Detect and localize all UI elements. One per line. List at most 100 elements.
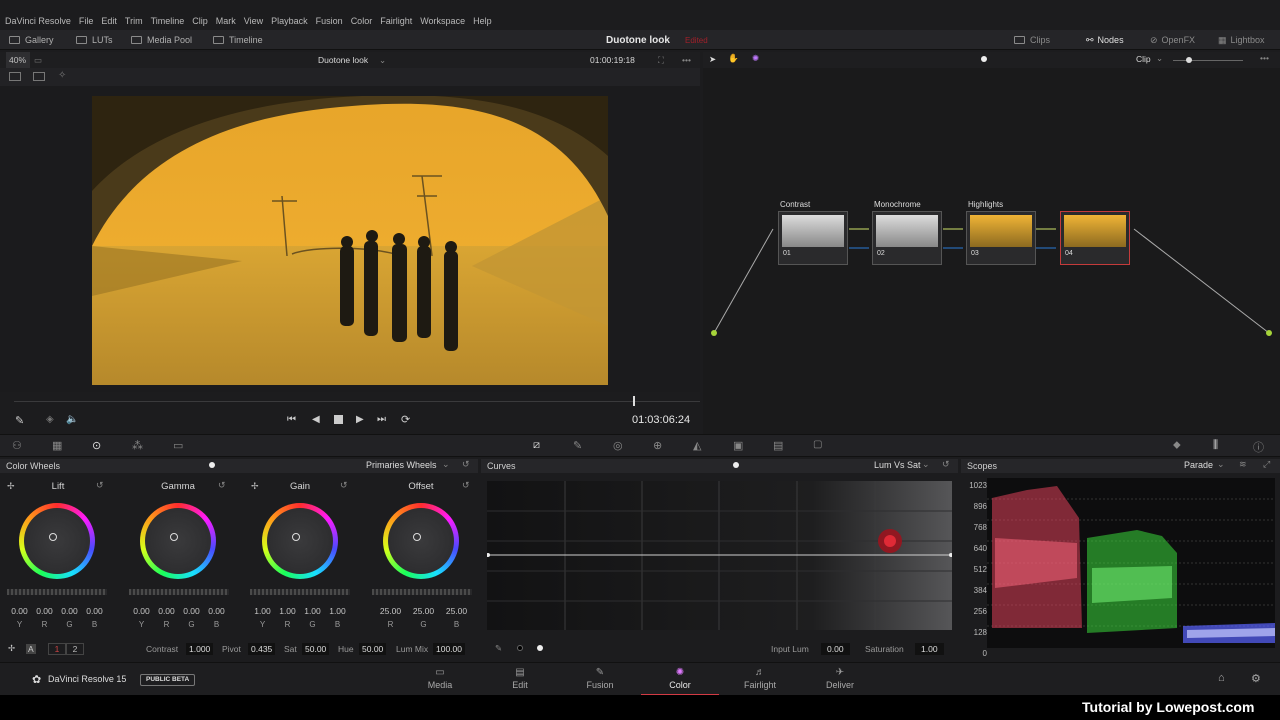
page-media[interactable]: ▭ Media	[408, 663, 472, 696]
curve-point-black-icon[interactable]	[517, 645, 523, 651]
curve-point-white-icon[interactable]	[537, 645, 543, 651]
scopes-mode-chevron-down-icon[interactable]: ⌄	[1217, 459, 1225, 470]
sizing-icon[interactable]: ▤	[773, 439, 783, 452]
gamma-g-value[interactable]: 0.00	[179, 606, 204, 616]
wheels-mode-chevron-down-icon[interactable]: ⌄	[442, 459, 450, 470]
skip-back-icon[interactable]: ⏮	[287, 414, 296, 425]
hue-value[interactable]: 50.00	[359, 643, 387, 655]
timeline-button[interactable]: Timeline	[213, 30, 263, 50]
lightbox-button[interactable]: ▦ Lightbox	[1218, 30, 1265, 50]
play-reverse-icon[interactable]: ◀	[312, 414, 320, 425]
wheels-mode-select[interactable]: Primaries Wheels	[366, 460, 437, 470]
gain-reset-icon[interactable]: ↺	[340, 480, 348, 491]
viewer-more-icon[interactable]: •••	[682, 52, 691, 68]
page-1-button[interactable]: 1	[48, 643, 66, 655]
node-zoom-handle[interactable]	[1186, 57, 1192, 63]
menu-mark[interactable]: Mark	[216, 16, 236, 26]
menu-view[interactable]: View	[244, 16, 263, 26]
home-icon[interactable]: ⌂	[1218, 672, 1225, 684]
lift-b-value[interactable]: 0.00	[82, 606, 107, 616]
playhead[interactable]	[633, 396, 635, 406]
gamma-b-value[interactable]: 0.00	[204, 606, 229, 616]
window-icon[interactable]: ◎	[613, 439, 623, 452]
menu-trim[interactable]: Trim	[125, 16, 143, 26]
gain-r-value[interactable]: 1.00	[275, 606, 300, 616]
offset-wheel[interactable]	[383, 503, 459, 579]
gallery-button[interactable]: Gallery	[9, 30, 54, 50]
sat-value[interactable]: 50.00	[302, 643, 330, 655]
menu-fusion[interactable]: Fusion	[316, 16, 343, 26]
wheels-reset-icon[interactable]: ↺	[462, 459, 470, 470]
play-icon[interactable]: ▶	[356, 414, 364, 425]
settings-gear-icon[interactable]: ⚙	[1251, 672, 1261, 685]
lum-mix-value[interactable]: 100.00	[433, 643, 465, 655]
motion-effects-icon[interactable]: ▭	[173, 439, 183, 452]
stop-icon[interactable]	[334, 415, 343, 424]
loop-icon[interactable]: ⟳	[401, 413, 410, 426]
curves-mode-select[interactable]: Lum Vs Sat	[874, 460, 921, 470]
curve-picker-icon[interactable]: ✎	[495, 643, 502, 654]
curve-graph[interactable]	[487, 481, 952, 630]
gamma-wheel-handle[interactable]	[170, 533, 178, 541]
curves-icon[interactable]: ⧄	[533, 439, 540, 452]
qualifier-icon[interactable]: ✎	[573, 439, 582, 452]
page-fusion[interactable]: ✎ Fusion	[568, 663, 632, 696]
scopes-settings-icon[interactable]: ≋	[1239, 459, 1247, 470]
offset-master-wheel[interactable]	[372, 589, 472, 595]
color-wheels-icon[interactable]: ⊙	[92, 439, 101, 452]
layers-icon[interactable]: ◈	[46, 414, 54, 425]
page-2-button[interactable]: 2	[66, 643, 84, 655]
menu-help[interactable]: Help	[473, 16, 492, 26]
page-edit[interactable]: ▤ Edit	[488, 663, 552, 696]
3d-icon[interactable]: ▢	[813, 439, 822, 450]
clip-name[interactable]: Duotone look	[318, 52, 368, 68]
menu-workspace[interactable]: Workspace	[420, 16, 465, 26]
volume-icon[interactable]: 🔈	[66, 414, 78, 425]
gain-master-wheel[interactable]	[250, 589, 350, 595]
key-icon[interactable]: ▣	[733, 439, 743, 452]
page-color[interactable]: ✺ Color	[641, 663, 719, 696]
highlight-icon[interactable]: ✧	[58, 70, 66, 81]
lift-reset-icon[interactable]: ↺	[96, 480, 104, 491]
node-page-dot[interactable]	[981, 56, 987, 62]
menu-edit[interactable]: Edit	[101, 16, 117, 26]
gain-b-value[interactable]: 1.00	[325, 606, 350, 616]
rgb-mixer-icon[interactable]: ⁂	[132, 439, 143, 452]
pointer-icon[interactable]: ➤	[709, 54, 716, 65]
skip-forward-icon[interactable]: ⏭	[377, 414, 386, 425]
blur-icon[interactable]: ◭	[693, 439, 701, 452]
lift-g-value[interactable]: 0.00	[57, 606, 82, 616]
saturation-value[interactable]: 1.00	[915, 643, 944, 655]
media-pool-button[interactable]: Media Pool	[131, 30, 192, 50]
node-zoom-slider[interactable]	[1173, 60, 1243, 61]
node-01[interactable]: 01	[778, 211, 848, 265]
picker-icon[interactable]: ✢	[8, 643, 15, 654]
scopes-expand-icon[interactable]: ⤢	[1263, 459, 1270, 470]
timecode-top[interactable]: 01:00:19:18	[590, 52, 635, 68]
gain-picker-icon[interactable]: ✢	[251, 481, 259, 492]
color-match-icon[interactable]: ▦	[52, 439, 62, 452]
offset-wheel-handle[interactable]	[413, 533, 421, 541]
clip-name-chevron-down-icon[interactable]: ⌄	[379, 52, 386, 68]
viewer-layout-icon[interactable]: ▭	[34, 52, 42, 68]
gamma-r-value[interactable]: 0.00	[154, 606, 179, 616]
page-deliver[interactable]: ✈ Deliver	[808, 663, 872, 696]
page-fairlight[interactable]: ♬ Fairlight	[728, 663, 792, 696]
color-picker-icon[interactable]: ✺	[752, 53, 759, 64]
node-editor[interactable]: Contrast 01 Monochrome 02 Highlights 03 …	[703, 68, 1280, 434]
viewer-mode-icon[interactable]	[9, 72, 21, 81]
timecode[interactable]: 01:03:06:24	[632, 414, 690, 426]
curves-page-dot[interactable]	[733, 462, 739, 468]
menu-timeline[interactable]: Timeline	[151, 16, 185, 26]
nodes-button[interactable]: ⚯ Nodes	[1086, 30, 1124, 50]
menu-color[interactable]: Color	[351, 16, 373, 26]
openfx-button[interactable]: ⊘ OpenFX	[1150, 30, 1195, 50]
menu-playback[interactable]: Playback	[271, 16, 308, 26]
gamma-wheel[interactable]	[140, 503, 216, 579]
lift-wheel-handle[interactable]	[49, 533, 57, 541]
split-screen-icon[interactable]	[33, 72, 45, 81]
menu-davinci[interactable]: DaVinci Resolve	[5, 16, 71, 26]
menu-clip[interactable]: Clip	[192, 16, 208, 26]
eyedropper-icon[interactable]: ✎	[15, 414, 24, 427]
scopes-mode-select[interactable]: Parade	[1184, 460, 1213, 470]
